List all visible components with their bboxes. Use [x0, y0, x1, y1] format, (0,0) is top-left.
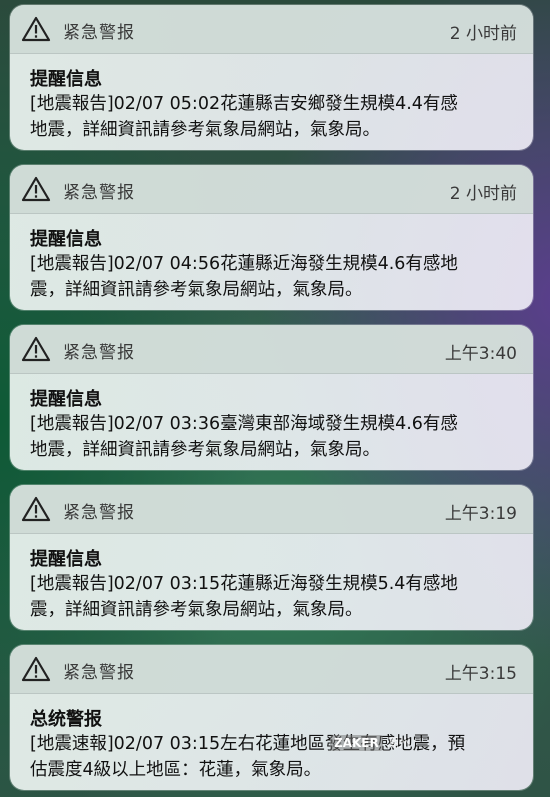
app-name: 紧急警报	[63, 23, 135, 43]
notification-card[interactable]: 紧急警报 2 小时前 提醒信息 [地震報告]02/07 04:56花蓮縣近海發生…	[10, 165, 533, 310]
notification-header: 紧急警报 2 小时前	[10, 5, 533, 54]
notification-time: 2 小时前	[449, 184, 517, 204]
warning-triangle-icon	[21, 496, 51, 522]
notification-header: 紧急警报 上午3:40	[10, 325, 533, 374]
notification-title: 提醒信息	[30, 69, 102, 90]
notification-card[interactable]: 紧急警报 2 小时前 提醒信息 [地震報告]02/07 05:02花蓮縣吉安鄉發…	[10, 5, 533, 150]
app-name: 紧急警报	[63, 343, 135, 363]
notification-card[interactable]: 紧急警报 上午3:15 总统警报 [地震速報]02/07 03:15左右花蓮地區…	[10, 645, 533, 790]
notification-time: 上午3:40	[444, 344, 517, 364]
app-name: 紧急警报	[63, 183, 135, 203]
notification-title: 提醒信息	[30, 389, 102, 410]
notification-header: 紧急警报 上午3:15	[10, 645, 533, 694]
warning-triangle-icon	[21, 656, 51, 682]
notification-body: [地震報告]02/07 03:36臺灣東部海域發生規模4.6有感 地震，詳細資訊…	[30, 414, 458, 460]
warning-triangle-icon	[21, 336, 51, 362]
app-name: 紧急警报	[63, 663, 135, 683]
notification-card[interactable]: 紧急警报 上午3:40 提醒信息 [地震報告]02/07 03:36臺灣東部海域…	[10, 325, 533, 470]
notification-header: 紧急警报 2 小时前	[10, 165, 533, 214]
notification-title: 提醒信息	[30, 229, 102, 250]
watermark: ZAKER 潮州	[330, 734, 530, 756]
app-name: 紧急警报	[63, 503, 135, 523]
watermark-text: 潮州	[386, 736, 411, 750]
notification-title: 总统警报	[30, 709, 102, 730]
notification-card[interactable]: 紧急警报 上午3:19 提醒信息 [地震報告]02/07 03:15花蓮縣近海發…	[10, 485, 533, 630]
notification-time: 2 小时前	[449, 24, 517, 44]
notification-stack: 紧急警报 2 小时前 提醒信息 [地震報告]02/07 05:02花蓮縣吉安鄉發…	[0, 0, 550, 797]
notification-body: [地震報告]02/07 03:15花蓮縣近海發生規模5.4有感地 震，詳細資訊請…	[30, 574, 458, 620]
notification-body: [地震報告]02/07 04:56花蓮縣近海發生規模4.6有感地 震，詳細資訊請…	[30, 254, 458, 300]
notification-time: 上午3:15	[444, 664, 517, 684]
notification-title: 提醒信息	[30, 549, 102, 570]
warning-triangle-icon	[21, 176, 51, 202]
watermark-logo: ZAKER	[330, 735, 383, 751]
warning-triangle-icon	[21, 16, 51, 42]
notification-body: [地震報告]02/07 05:02花蓮縣吉安鄉發生規模4.4有感 地震，詳細資訊…	[30, 94, 458, 140]
notification-header: 紧急警报 上午3:19	[10, 485, 533, 534]
notification-time: 上午3:19	[444, 504, 517, 524]
